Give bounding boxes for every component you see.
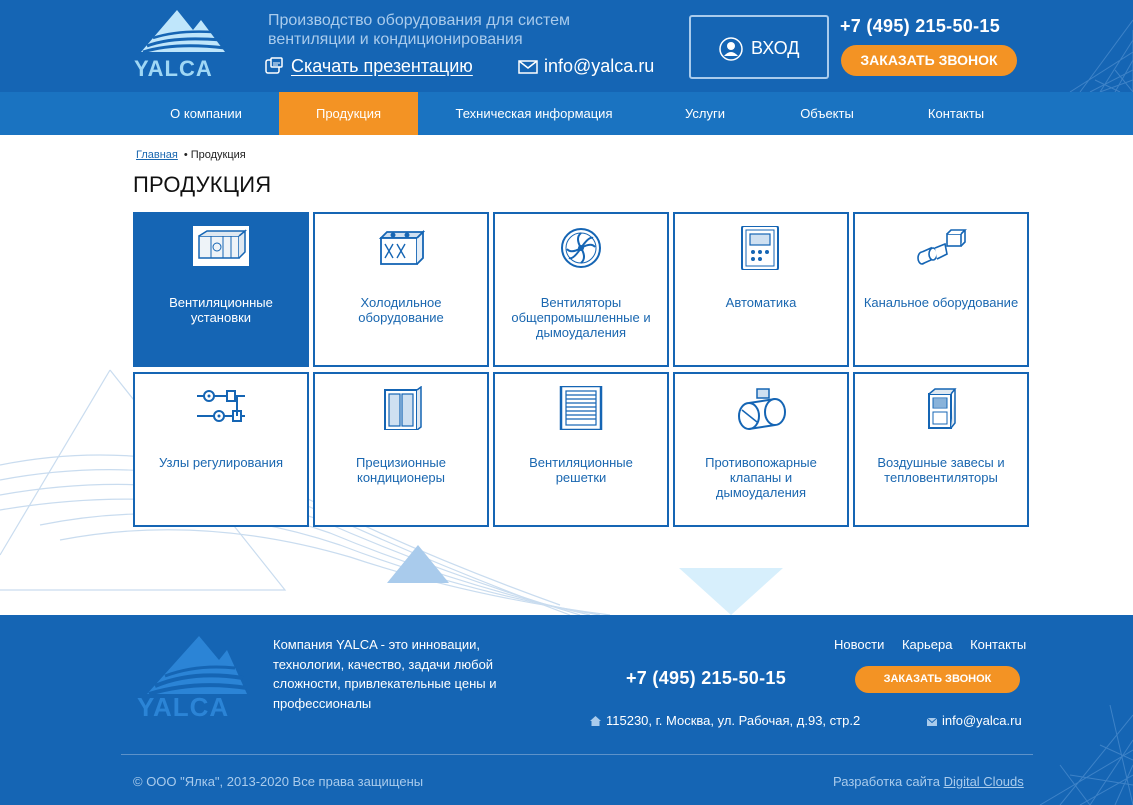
- nav-item-services[interactable]: Услуги: [670, 92, 740, 135]
- category-card-duct-equipment[interactable]: Канальное оборудование: [853, 212, 1029, 367]
- page-title: ПРОДУКЦИЯ: [133, 172, 272, 197]
- fire-damper-icon: [733, 386, 789, 430]
- category-card-automation[interactable]: Автоматика: [673, 212, 849, 367]
- footer-copyright: © ООО "Ялка", 2013-2020 Все права защище…: [133, 774, 424, 789]
- nav-item-about[interactable]: О компании: [133, 92, 279, 135]
- control-panel-icon: [733, 226, 789, 270]
- category-card-air-curtains[interactable]: Воздушные завесы и тепловентиляторы: [853, 372, 1029, 527]
- footer-email-link[interactable]: info@yalca.ru: [942, 713, 1022, 728]
- category-label: Канальное оборудование: [863, 295, 1019, 310]
- footer-divider: [121, 754, 1033, 755]
- category-label: Противопожарные клапаны и дымоудаления: [705, 455, 817, 500]
- footer-links: Новости Карьера Контакты: [834, 637, 1026, 652]
- svg-text:YALCA: YALCA: [137, 692, 229, 722]
- category-label: Вентиляторы общепромышленные и дымоудале…: [511, 295, 651, 340]
- home-icon: [590, 716, 601, 726]
- mixing-unit-icon: [193, 386, 249, 430]
- breadcrumb-current: Продукция: [190, 149, 246, 161]
- category-card-grilles[interactable]: Вентиляционные решетки: [493, 372, 669, 527]
- login-button[interactable]: ВХОД: [689, 15, 829, 79]
- mail-icon: [518, 60, 538, 74]
- chiller-icon: [373, 226, 429, 270]
- footer-link-news[interactable]: Новости: [834, 637, 884, 652]
- header-phone[interactable]: +7 (495) 215-50-15: [840, 16, 1000, 37]
- breadcrumb-home-link[interactable]: Главная: [136, 149, 178, 161]
- category-label: Вентиляционные установки: [169, 295, 273, 325]
- developer-link[interactable]: Digital Clouds: [944, 774, 1024, 789]
- logo-text: YALCA: [134, 56, 213, 81]
- category-card-fans[interactable]: Вентиляторы общепромышленные и дымоудале…: [493, 212, 669, 367]
- decorative-mesh-icon: [1069, 19, 1133, 92]
- user-icon: [719, 37, 743, 61]
- main-nav: О компании Продукция Техническая информа…: [0, 92, 1133, 135]
- footer-about-text: Компания YALCA - это инновации, технолог…: [273, 637, 497, 711]
- footer-link-career[interactable]: Карьера: [902, 637, 953, 652]
- header-email-link[interactable]: info@yalca.ru: [544, 56, 654, 77]
- developer-prefix: Разработка сайта: [833, 774, 940, 789]
- breadcrumb: Главная • Продукция: [136, 149, 246, 161]
- category-label: Вентиляционные решетки: [529, 455, 633, 485]
- ventilation-unit-icon: [193, 226, 249, 266]
- category-card-ventilation-units[interactable]: Вентиляционные установки: [133, 212, 309, 367]
- nav-item-tech-info[interactable]: Техническая информация: [440, 92, 628, 135]
- site-header: YALCA Производство оборудования для сист…: [0, 0, 1133, 92]
- footer-address: 115230, г. Москва, ул. Рабочая, д.93, ст…: [606, 713, 861, 728]
- category-card-precision-ac[interactable]: Прецизионные кондиционеры: [313, 372, 489, 527]
- footer-order-call-button[interactable]: ЗАКАЗАТЬ ЗВОНОК: [855, 666, 1020, 693]
- footer-phone[interactable]: +7 (495) 215-50-15: [626, 668, 786, 689]
- category-label: Узлы регулирования: [158, 455, 284, 470]
- category-label: Автоматика: [725, 295, 797, 310]
- breadcrumb-separator: •: [183, 149, 188, 161]
- presentation-icon: [265, 57, 283, 74]
- site-footer: YALCA Компания YALCA - это инновации, те…: [0, 615, 1133, 805]
- nav-item-objects[interactable]: Объекты: [786, 92, 868, 135]
- category-label: Воздушные завесы и тепловентиляторы: [877, 455, 1005, 485]
- nav-item-contacts[interactable]: Контакты: [914, 92, 998, 135]
- decorative-mesh-icon: [1039, 705, 1133, 805]
- mail-icon: [927, 718, 937, 726]
- footer-link-contacts[interactable]: Контакты: [970, 637, 1026, 652]
- footer-logo-icon[interactable]: YALCA: [137, 630, 251, 722]
- category-card-fire-dampers[interactable]: Противопожарные клапаны и дымоудаления: [673, 372, 849, 527]
- nav-item-products[interactable]: Продукция: [279, 92, 418, 135]
- order-call-button[interactable]: ЗАКАЗАТЬ ЗВОНОК: [841, 45, 1017, 76]
- duct-equipment-icon: [913, 226, 969, 270]
- category-card-chillers[interactable]: Холодильное оборудование: [313, 212, 489, 367]
- category-label: Холодильное оборудование: [358, 295, 444, 325]
- air-curtain-icon: [913, 386, 969, 430]
- grille-icon: [553, 386, 609, 430]
- download-presentation-link[interactable]: Скачать презентацию: [291, 56, 473, 77]
- site-tagline: Производство оборудования для систем вен…: [268, 12, 571, 48]
- category-label: Прецизионные кондиционеры: [356, 455, 446, 485]
- category-card-mixing-units[interactable]: Узлы регулирования: [133, 372, 309, 527]
- login-label: ВХОД: [751, 38, 800, 58]
- fan-icon: [553, 226, 609, 270]
- precision-ac-icon: [373, 386, 429, 430]
- footer-developer: Разработка сайта Digital Clouds: [833, 774, 1024, 789]
